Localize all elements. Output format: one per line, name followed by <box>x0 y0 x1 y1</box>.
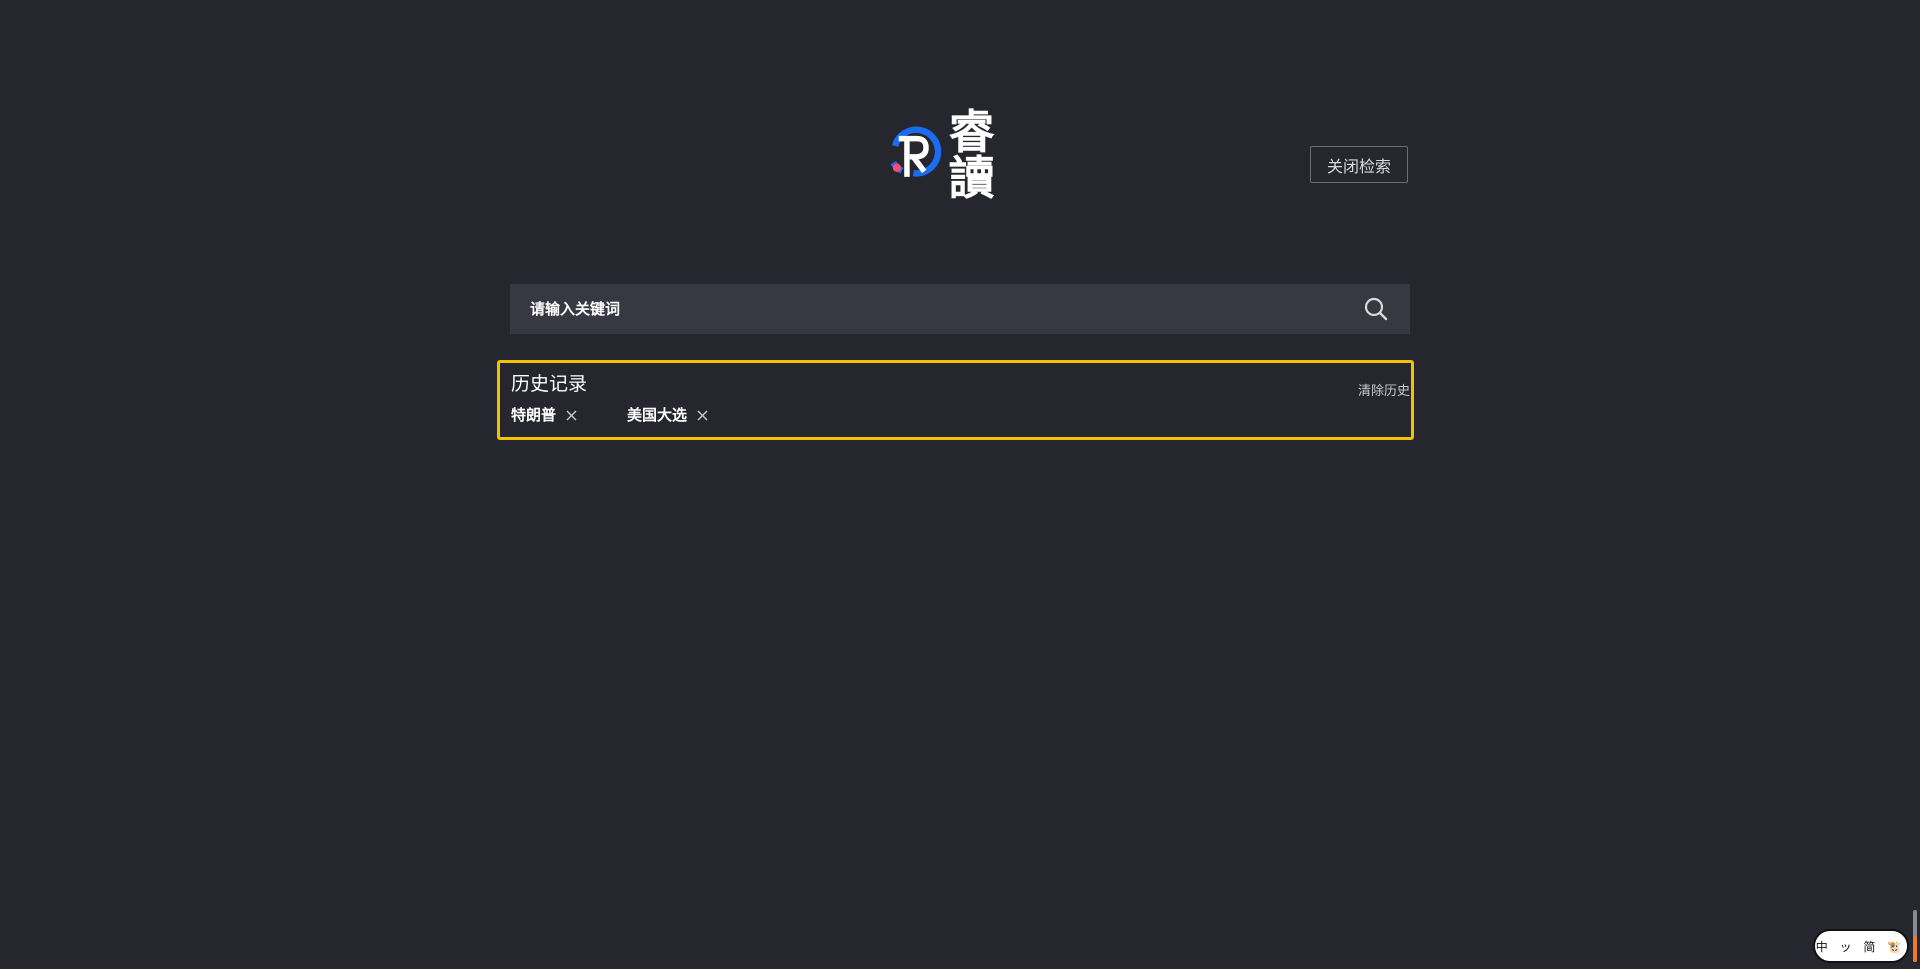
history-panel: 历史记录 清除历史 特朗普 美国大选 <box>497 360 1414 440</box>
clear-history-button[interactable]: 清除历史 <box>1358 385 1410 398</box>
history-item-label[interactable]: 特朗普 <box>511 408 556 423</box>
close-icon[interactable] <box>565 410 577 422</box>
logo: 睿讀 <box>886 109 1036 201</box>
history-item-label[interactable]: 美国大选 <box>627 408 687 423</box>
scrollbar-accent <box>1913 936 1917 962</box>
history-items: 特朗普 美国大选 <box>511 408 758 423</box>
logo-text: 睿讀 <box>948 105 997 205</box>
input-method-widget[interactable]: 中 ッ 简 🐮 <box>1813 929 1909 963</box>
history-item[interactable]: 美国大选 <box>627 408 708 423</box>
history-item[interactable]: 特朗普 <box>511 408 577 423</box>
logo-mark-icon <box>888 126 941 177</box>
history-title: 历史记录 <box>511 373 588 395</box>
search-input[interactable] <box>510 283 1362 335</box>
close-icon[interactable] <box>696 410 708 422</box>
close-search-button[interactable]: 关闭检索 <box>1310 146 1408 183</box>
search-bar <box>510 283 1410 335</box>
search-icon[interactable] <box>1362 295 1390 323</box>
search-page: 睿讀 关闭检索 历史记录 清除历史 特朗普 <box>0 0 1920 969</box>
